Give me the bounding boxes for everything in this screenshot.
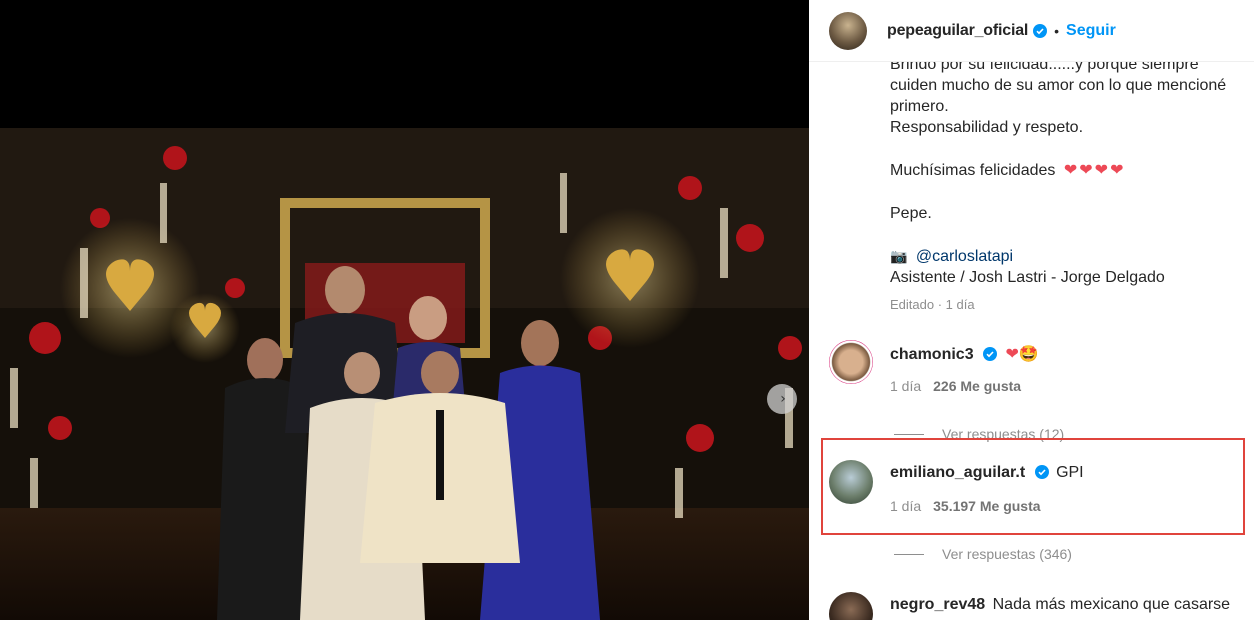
verified-badge-icon <box>1033 23 1048 38</box>
caption-spacer <box>890 181 1252 203</box>
comment-body: ❤🤩 <box>1005 346 1039 363</box>
post-media: › <box>0 0 809 620</box>
replies-line <box>894 553 924 555</box>
header-separator: • <box>1054 22 1060 39</box>
comments-scroll-area[interactable]: Brindo por su felicidad......y porque si… <box>809 62 1254 620</box>
caption-photo-credit: 📷 @carloslatapi <box>890 246 1252 267</box>
caption-line: cuiden mucho de su amor con lo que menci… <box>890 77 1227 94</box>
post-caption: Brindo por su felicidad......y porque si… <box>890 62 1252 315</box>
comment-body: Nada más mexicano que casarse <box>992 596 1231 613</box>
comment-likes[interactable]: 35.197 Me gusta <box>933 498 1040 514</box>
comment-username[interactable]: emiliano_aguilar.t <box>890 464 1025 481</box>
caption-edited: Editado · 1 día <box>890 297 975 312</box>
author-username[interactable]: pepeaguilar_oficial <box>887 22 1028 40</box>
author-avatar[interactable] <box>829 11 867 50</box>
comment-time: 1 día <box>890 378 922 394</box>
view-replies-button[interactable]: Ver respuestas (346) <box>894 546 1072 562</box>
comment-item: negro_rev48 Nada más mexicano que casars… <box>829 592 1249 620</box>
comment-username[interactable]: chamonic3 <box>890 346 974 363</box>
caption-sign: Pepe. <box>890 205 932 222</box>
camera-icon: 📷 <box>890 248 908 264</box>
post-header: pepeaguilar_oficial • Seguir <box>809 0 1254 62</box>
next-image-button[interactable]: › <box>767 384 797 414</box>
comment-username[interactable]: negro_rev48 <box>890 596 985 613</box>
caption-felicidades-text: Muchísimas felicidades <box>890 162 1056 179</box>
comment-item: emiliano_aguilar.t GPI 1 día 35.197 Me gu… <box>829 460 1249 520</box>
instagram-post-window: › pepeaguilar_oficial • Seguir Brindo po… <box>0 0 1254 620</box>
chevron-right-icon: › <box>780 391 786 407</box>
comment-likes[interactable]: 226 Me gusta <box>933 378 1021 394</box>
comment-avatar[interactable] <box>829 592 873 620</box>
comment-meta: 1 día 226 Me gusta <box>890 378 1021 394</box>
view-replies-label: Ver respuestas (12) <box>942 426 1065 442</box>
view-replies-label: Ver respuestas (346) <box>942 546 1072 562</box>
caption-line: primero. <box>890 98 949 115</box>
post-photo <box>0 128 809 620</box>
comment-avatar[interactable] <box>829 340 873 384</box>
verified-badge-icon <box>1034 465 1049 479</box>
comment-time: 1 día <box>890 498 922 514</box>
wedding-photo <box>0 128 809 620</box>
comment-item: chamonic3 ❤🤩 1 día 226 Me gusta <box>829 340 1249 400</box>
hearts-emoji: ❤❤❤❤ <box>1063 162 1126 179</box>
comment-text: chamonic3 ❤🤩 <box>890 344 1039 364</box>
replies-line <box>894 433 924 435</box>
caption-line: Responsabilidad y respeto. <box>890 119 1084 136</box>
comment-avatar[interactable] <box>829 460 873 504</box>
caption-felicidades: Muchísimas felicidades ❤❤❤❤ <box>890 160 1252 181</box>
caption-spacer <box>890 224 1252 246</box>
follow-button[interactable]: Seguir <box>1066 22 1116 40</box>
view-replies-button[interactable]: Ver respuestas (12) <box>894 426 1064 442</box>
caption-credits: Asistente / Josh Lastri - Jorge Delgado <box>890 269 1165 286</box>
verified-badge-icon <box>983 347 998 361</box>
comment-meta: 1 día 35.197 Me gusta <box>890 498 1041 514</box>
caption-spacer <box>890 138 1252 160</box>
post-side-panel: pepeaguilar_oficial • Seguir Brindo por … <box>809 0 1254 620</box>
comment-body: GPI <box>1056 464 1084 481</box>
mention-link[interactable]: @carloslatapi <box>916 248 1013 265</box>
caption-line: Brindo por su felicidad......y porque si… <box>890 62 1199 73</box>
comment-text: negro_rev48 Nada más mexicano que casars… <box>890 596 1230 614</box>
comment-text: emiliano_aguilar.t GPI <box>890 464 1084 482</box>
